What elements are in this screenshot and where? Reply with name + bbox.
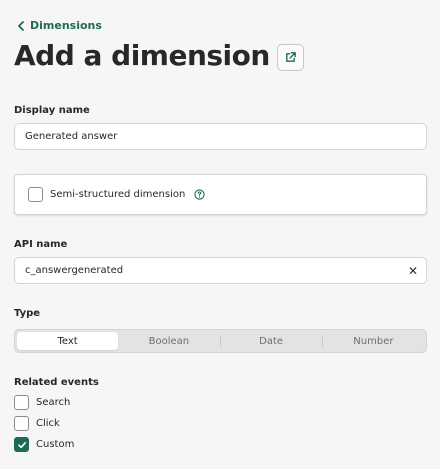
custom-event-checkbox[interactable] — [14, 437, 29, 452]
clear-icon[interactable]: ✕ — [408, 265, 418, 277]
semi-structured-card: Semi-structured dimension — [14, 174, 427, 215]
semi-structured-checkbox[interactable] — [28, 187, 43, 202]
breadcrumb-label: Dimensions — [30, 19, 102, 32]
search-event-checkbox[interactable] — [14, 395, 29, 410]
checkmark-icon — [17, 441, 26, 448]
chevron-left-icon — [18, 20, 24, 31]
add-dimension-page: Dimensions Add a dimension Display name … — [0, 0, 440, 469]
external-link-icon — [285, 51, 296, 62]
event-label: Click — [36, 418, 60, 429]
display-name-input[interactable]: Generated answer — [14, 123, 427, 150]
event-item-click[interactable]: Click — [14, 416, 60, 431]
api-name-value: c_answergenerated — [25, 265, 124, 276]
title-row: Add a dimension — [14, 39, 304, 72]
click-event-checkbox[interactable] — [14, 416, 29, 431]
type-label: Type — [14, 308, 41, 319]
event-item-custom[interactable]: Custom — [14, 437, 74, 452]
api-name-label: API name — [14, 239, 68, 250]
page-title: Add a dimension — [14, 39, 270, 72]
display-name-value: Generated answer — [25, 131, 118, 142]
breadcrumb-back-link[interactable]: Dimensions — [17, 19, 102, 32]
event-label: Custom — [36, 439, 75, 450]
display-name-label: Display name — [14, 105, 90, 116]
help-circle-icon[interactable] — [194, 189, 205, 200]
event-item-search[interactable]: Search — [14, 395, 70, 410]
api-name-input[interactable]: c_answergenerated ✕ — [14, 257, 427, 284]
type-option-text[interactable]: Text — [17, 332, 119, 350]
type-option-number[interactable]: Number — [323, 332, 424, 350]
related-events-label: Related events — [14, 377, 99, 388]
type-option-date[interactable]: Date — [221, 332, 322, 350]
open-external-button[interactable] — [276, 43, 304, 71]
type-option-boolean[interactable]: Boolean — [118, 332, 219, 350]
semi-structured-label: Semi-structured dimension — [50, 189, 186, 200]
type-segmented-control: Text Boolean Date Number — [14, 329, 427, 353]
event-label: Search — [36, 397, 71, 408]
